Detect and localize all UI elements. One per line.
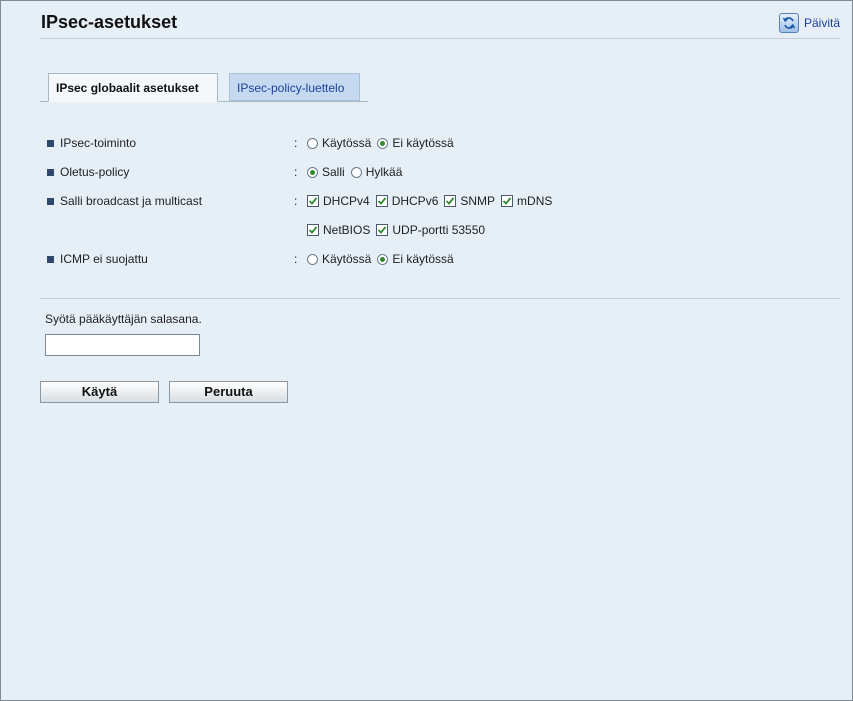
checkbox-label: SNMP [460, 194, 496, 208]
checkbox-dhcpv4[interactable]: DHCPv4 [307, 194, 370, 208]
setting-row-broadcast-multicast: Salli broadcast ja multicast [47, 193, 202, 209]
refresh-icon [778, 13, 799, 33]
cancel-button[interactable]: Peruuta [169, 381, 288, 403]
bullet-icon [47, 255, 54, 263]
colon: : [294, 252, 298, 266]
page-title: IPsec-asetukset [41, 12, 178, 32]
checkbox-checked[interactable] [501, 195, 514, 207]
admin-password-input[interactable] [45, 334, 200, 356]
radio-policy-deny[interactable]: Hylkää [350, 165, 403, 179]
checkbox-checked[interactable] [375, 195, 388, 207]
refresh-label: Päivitä [803, 16, 840, 30]
tab-ipsec-global-settings[interactable]: IPsec globaalit asetukset [48, 73, 218, 102]
main-frame: IPsec-asetukset Päivitä IPsec globaalit … [0, 0, 853, 701]
page-header: IPsec-asetukset Päivitä [40, 11, 840, 39]
radio-button-selected[interactable] [377, 137, 389, 149]
radio-button[interactable] [307, 137, 318, 149]
checkbox-label: mDNS [517, 194, 553, 208]
section-divider [40, 298, 840, 299]
setting-row-icmp-unprotected: ICMP ei suojattu [47, 251, 148, 267]
ipsec-function-options: Käytössä Ei käytössä [307, 135, 460, 151]
checkbox-label: DHCPv6 [391, 194, 439, 208]
radio-icmp-enabled[interactable]: Käytössä [307, 252, 371, 266]
bullet-icon [47, 168, 54, 176]
checkbox-checked[interactable] [444, 195, 457, 207]
setting-row-default-policy: Oletus-policy [47, 164, 129, 180]
radio-label: Käytössä [322, 136, 372, 150]
radio-button-selected[interactable] [307, 166, 318, 178]
bullet-icon [47, 139, 54, 147]
radio-label: Salli [322, 165, 345, 179]
checkbox-label: UDP-portti 53550 [392, 223, 486, 237]
checkbox-label: DHCPv4 [323, 194, 370, 208]
radio-ipsec-disabled[interactable]: Ei käytössä [377, 136, 454, 150]
setting-label: ICMP ei suojattu [60, 252, 148, 266]
checkbox-snmp[interactable]: SNMP [444, 194, 495, 208]
bullet-icon [47, 197, 54, 205]
setting-label: IPsec-toiminto [60, 136, 137, 150]
setting-row-ipsec-function: IPsec-toiminto [47, 135, 136, 151]
radio-label: Hylkää [365, 165, 403, 179]
icmp-options: Käytössä Ei käytössä [307, 251, 460, 267]
checkbox-checked[interactable] [376, 224, 389, 236]
checkbox-label: NetBIOS [323, 223, 371, 237]
tab-ipsec-policy-list[interactable]: IPsec-policy-luettelo [229, 73, 360, 101]
apply-button[interactable]: Käytä [40, 381, 159, 403]
checkbox-netbios[interactable]: NetBIOS [307, 223, 370, 237]
checkbox-dhcpv6[interactable]: DHCPv6 [375, 194, 439, 208]
colon: : [294, 194, 298, 208]
radio-ipsec-enabled[interactable]: Käytössä [307, 136, 371, 150]
colon: : [294, 165, 298, 179]
checkbox-checked[interactable] [307, 224, 319, 236]
admin-password-label: Syötä pääkäyttäjän salasana. [45, 312, 202, 326]
radio-button-selected[interactable] [377, 253, 389, 265]
setting-label: Oletus-policy [60, 165, 130, 179]
tab-bar: IPsec globaalit asetukset IPsec-policy-l… [40, 73, 368, 102]
radio-policy-allow[interactable]: Salli [307, 165, 345, 179]
radio-label: Ei käytössä [392, 252, 454, 266]
radio-icmp-disabled[interactable]: Ei käytössä [377, 252, 454, 266]
refresh-button[interactable]: Päivitä [778, 13, 840, 33]
broadcast-options-line1: DHCPv4 DHCPv6 SNMP mDNS [307, 193, 558, 209]
setting-label: Salli broadcast ja multicast [60, 194, 203, 208]
broadcast-options-line2: NetBIOS UDP-portti 53550 [307, 222, 491, 238]
radio-button[interactable] [350, 166, 362, 178]
default-policy-options: Salli Hylkää [307, 164, 408, 180]
checkbox-udp-port-53550[interactable]: UDP-portti 53550 [376, 223, 485, 237]
radio-button[interactable] [307, 253, 318, 265]
colon: : [294, 136, 298, 150]
radio-label: Käytössä [322, 252, 372, 266]
checkbox-mdns[interactable]: mDNS [501, 194, 552, 208]
checkbox-checked[interactable] [307, 195, 319, 207]
radio-label: Ei käytössä [392, 136, 454, 150]
